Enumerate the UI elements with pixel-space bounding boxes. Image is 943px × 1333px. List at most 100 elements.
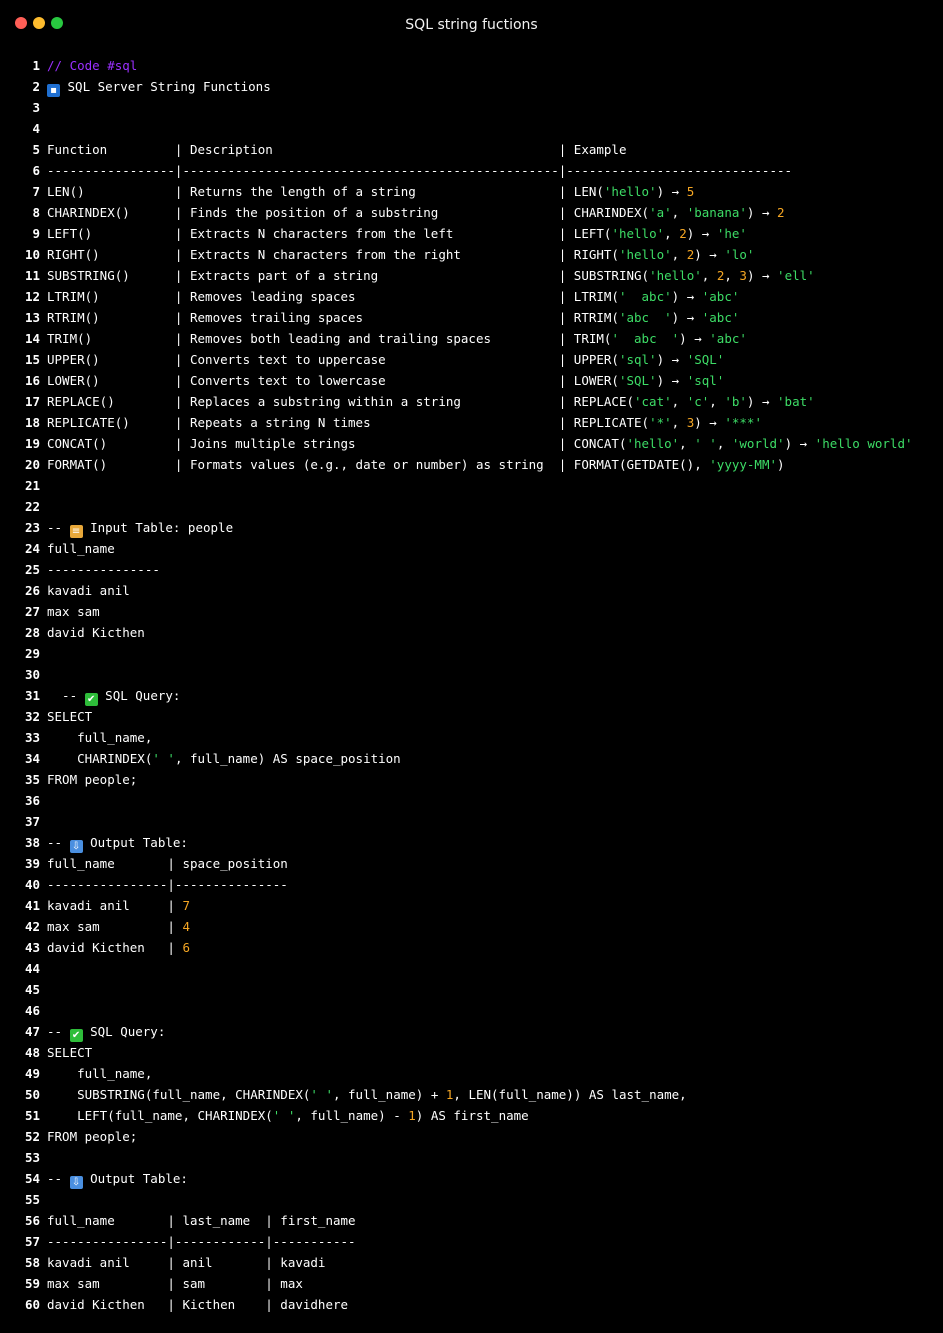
code-token: CHARINDEX( [47,751,153,766]
code-line: 27 max sam [0,601,943,622]
line-content: Function | Description | Example [47,139,626,160]
code-line: 28 david Kicthen [0,622,943,643]
code-token: 3 [739,268,747,283]
code-line: 15 UPPER() | Converts text to uppercase |… [0,349,943,370]
inbox-tray-icon: ⇩ [69,840,83,853]
line-number: 55 [24,1192,40,1207]
code-token: , [709,394,725,409]
code-token: 'SQL' [686,352,725,367]
code-token: ) → [656,373,687,388]
line-number: 46 [24,1003,40,1018]
code-token: , [671,394,687,409]
code-line: 26 kavadi anil [0,580,943,601]
code-line: 21 [0,475,943,496]
line-number: 27 [24,604,40,619]
code-line: 46 [0,1000,943,1021]
code-editor[interactable]: 1 // Code #sql 2 ▪ SQL Server String Functi… [0,55,943,1315]
code-token: -- [47,1024,70,1039]
line-number: 31 [24,688,40,703]
line-content: -- ≡ Input Table: people [47,517,233,538]
line-number: 54 [24,1171,40,1186]
line-content: SUBSTRING(full_name, CHARINDEX(' ', full… [47,1084,687,1105]
code-token: '*' [649,415,672,430]
line-number: 16 [24,373,40,388]
code-token: , [724,268,740,283]
line-content: UPPER() | Converts text to uppercase | U… [47,349,724,370]
code-line: 54 -- ⇩ Output Table: [0,1168,943,1189]
code-token: 'hello' [618,247,672,262]
code-line: 55 [0,1189,943,1210]
line-content: max sam [47,601,100,622]
code-token: full_name, [47,1066,153,1081]
line-number: 28 [24,625,40,640]
code-line: 52 FROM people; [0,1126,943,1147]
line-content: -- ✔ SQL Query: [47,685,180,706]
code-token: -- [47,520,70,535]
code-token: CONCAT() | Joins multiple strings | CONC… [47,436,627,451]
code-token: FROM people; [47,1129,138,1144]
code-token: FROM people; [47,772,138,787]
line-number: 30 [24,667,40,682]
line-content: david Kicthen | 6 [47,937,190,958]
code-token: 7 [182,898,190,913]
code-token: SQL Server String Functions [60,79,271,94]
code-window: SQL string fuctions 1 // Code #sql 2 ▪ SQL … [0,0,943,1333]
code-line: 24 full_name [0,538,943,559]
code-token: 'hello' [626,436,680,451]
code-token: 'abc' [701,289,740,304]
line-content: LTRIM() | Removes leading spaces | LTRIM… [47,286,739,307]
code-token: 'abc ' [618,310,672,325]
code-token: ) → [746,268,778,283]
code-line: 12 LTRIM() | Removes leading spaces | LTR… [0,286,943,307]
code-token: 'c' [686,394,710,409]
code-line: 47 -- ✔ SQL Query: [0,1021,943,1042]
code-token: ) → [746,205,778,220]
code-token: ' abc' [618,289,672,304]
code-line: 56 full_name | last_name | first_name [0,1210,943,1231]
line-content: ----------------|------------|----------… [47,1231,356,1252]
code-line: 37 [0,811,943,832]
line-content: full_name | last_name | first_name [47,1210,356,1231]
code-token: 'world' [731,436,785,451]
code-token: 'b' [724,394,747,409]
line-content: RTRIM() | Removes trailing spaces | RTRI… [47,307,739,328]
code-token: 'hello' [603,184,657,199]
code-token: RTRIM() | Removes trailing spaces | RTRI… [47,310,619,325]
code-token: 6 [182,940,190,955]
code-token: 'SQL' [618,373,657,388]
line-content: LOWER() | Converts text to lowercase | L… [47,370,724,391]
code-line: 25 --------------- [0,559,943,580]
line-number: 26 [24,583,40,598]
line-number: 12 [24,289,40,304]
line-number: 21 [24,478,40,493]
window-title: SQL string fuctions [405,17,538,33]
code-line: 49 full_name, [0,1063,943,1084]
line-number: 25 [24,562,40,577]
code-token: Output Table: [82,1171,188,1186]
line-number: 17 [24,394,40,409]
line-number: 47 [24,1024,40,1039]
line-content: FROM people; [47,769,137,790]
code-token: 'sql' [618,352,657,367]
code-token: REPLACE() | Replaces a substring within … [47,394,634,409]
line-content: full_name | space_position [47,853,288,874]
line-content: SELECT [47,706,92,727]
line-number: 14 [24,331,40,346]
code-line: 7 LEN() | Returns the length of a string … [0,181,943,202]
code-line: 36 [0,790,943,811]
code-token: Input Table: people [82,520,234,535]
code-token: 4 [182,919,190,934]
code-token: max sam | sam | max [47,1276,303,1291]
code-line: 33 full_name, [0,727,943,748]
code-token: kavadi anil [47,583,130,598]
code-line: 60 david Kicthen | Kicthen | davidhere [0,1294,943,1315]
code-line: 13 RTRIM() | Removes trailing spaces | RT… [0,307,943,328]
code-token: full_name [47,541,115,556]
code-token: LOWER() | Converts text to lowercase | L… [47,373,619,388]
code-token: ' ' [694,436,717,451]
code-token: ) [777,457,785,472]
inbox-tray-icon: ⇩ [69,1176,83,1189]
check-mark-icon: ✔ [69,1029,83,1042]
code-token: SQL Query: [97,688,181,703]
code-token: -- [47,835,70,850]
